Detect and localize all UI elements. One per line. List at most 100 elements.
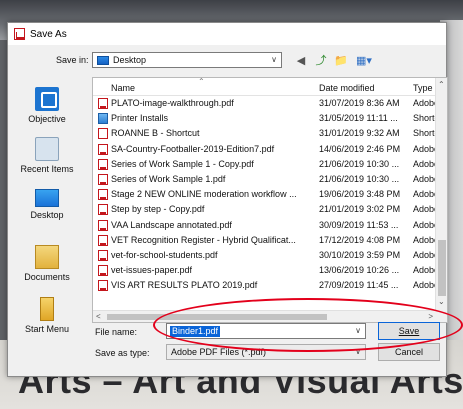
up-folder-icon[interactable]: ⤴ bbox=[314, 53, 328, 67]
shortcut-icon bbox=[98, 128, 108, 140]
file-date-modified: 13/06/2019 10:26 ... bbox=[319, 265, 400, 276]
file-name-value: Binder1.pdf bbox=[170, 326, 221, 337]
file-name: Stage 2 NEW ONLINE moderation workflow .… bbox=[111, 189, 297, 200]
vertical-scroll-thumb[interactable] bbox=[438, 240, 446, 296]
place-recent-items[interactable]: Recent Items bbox=[8, 137, 86, 174]
file-name: Series of Work Sample 1 - Copy.pdf bbox=[111, 158, 254, 169]
file-name: Printer Installs bbox=[111, 113, 169, 124]
file-row[interactable]: Printer Installs 31/05/2019 11:11 ... Shor… bbox=[93, 111, 447, 126]
pdf-file-icon bbox=[98, 280, 108, 292]
place-objective[interactable]: Objective bbox=[8, 87, 86, 124]
file-name: vet-issues-paper.pdf bbox=[111, 265, 193, 276]
file-row[interactable]: Series of Work Sample 1 - Copy.pdf 21/06/… bbox=[93, 157, 447, 172]
pdf-file-icon bbox=[98, 249, 108, 261]
file-name: vet-for-school-students.pdf bbox=[111, 249, 218, 260]
file-row[interactable]: VIS ART RESULTS PLATO 2019.pdf 27/09/2019… bbox=[93, 278, 447, 293]
file-name-label: File name: bbox=[95, 327, 138, 337]
pdf-file-icon bbox=[98, 189, 108, 201]
place-label: Recent Items bbox=[20, 164, 74, 174]
vertical-scrollbar[interactable]: ⌃ ⌄ bbox=[435, 78, 447, 322]
place-label: Desktop bbox=[30, 210, 64, 220]
desktop-icon bbox=[35, 189, 59, 207]
file-row[interactable]: VET Recognition Register - Hybrid Qualif… bbox=[93, 233, 447, 248]
save-as-dialog: Save As Save in: Desktop ∨ ◀ ⤴ 📁 ▦▾ Obje… bbox=[7, 22, 448, 377]
pdf-file-icon bbox=[98, 158, 108, 170]
scroll-down-icon[interactable]: ⌄ bbox=[438, 297, 445, 306]
file-row[interactable]: SA-Country-Footballer-2019-Edition7.pdf 1… bbox=[93, 142, 447, 157]
file-name: VIS ART RESULTS PLATO 2019.pdf bbox=[111, 280, 258, 291]
navigation-toolbar: ◀ ⤴ 📁 ▦▾ bbox=[294, 53, 374, 68]
file-rows: PLATO-image-walkthrough.pdf 31/07/2019 8:… bbox=[93, 96, 447, 293]
place-documents[interactable]: Documents bbox=[8, 245, 86, 282]
chevron-down-icon: ∨ bbox=[355, 347, 361, 356]
file-name: VAA Landscape annotated.pdf bbox=[111, 219, 232, 230]
place-desktop[interactable]: Desktop bbox=[8, 189, 86, 220]
pdf-file-icon bbox=[98, 234, 108, 246]
place-start-menu[interactable]: Start Menu bbox=[8, 297, 86, 334]
printer-icon bbox=[98, 113, 108, 125]
file-date-modified: 17/12/2019 4:08 PM bbox=[319, 234, 401, 245]
file-name: ROANNE B - Shortcut bbox=[111, 128, 200, 139]
file-date-modified: 31/07/2019 8:36 AM bbox=[319, 98, 400, 108]
save-button[interactable]: Save bbox=[378, 322, 440, 340]
save-in-value: Desktop bbox=[113, 55, 147, 65]
file-name: PLATO-image-walkthrough.pdf bbox=[111, 98, 234, 108]
file-date-modified: 19/06/2019 3:48 PM bbox=[319, 189, 401, 200]
pdf-file-icon bbox=[98, 98, 108, 109]
file-row[interactable]: ROANNE B - Shortcut 31/01/2019 9:32 AM Sho… bbox=[93, 126, 447, 141]
file-list-header: Name ⌃ Date modified Type bbox=[93, 78, 447, 96]
file-name: Series of Work Sample 1.pdf bbox=[111, 173, 226, 184]
title-bar: Save As bbox=[8, 23, 446, 45]
pdf-file-icon bbox=[98, 219, 108, 231]
dialog-title: Save As bbox=[30, 28, 67, 40]
scroll-right-icon[interactable]: > bbox=[428, 312, 433, 321]
new-folder-icon[interactable]: 📁 bbox=[334, 53, 348, 67]
horizontal-scroll-thumb[interactable] bbox=[107, 314, 327, 320]
chevron-down-icon: ∨ bbox=[271, 55, 277, 64]
file-date-modified: 21/06/2019 10:30 ... bbox=[319, 173, 400, 184]
save-as-type-label: Save as type: bbox=[95, 348, 150, 358]
column-type[interactable]: Type bbox=[413, 83, 433, 93]
views-menu-icon[interactable]: ▦▾ bbox=[354, 53, 374, 67]
pdf-file-icon bbox=[98, 204, 108, 216]
file-date-modified: 31/05/2019 11:11 ... bbox=[319, 113, 398, 124]
desktop-small-icon bbox=[97, 55, 109, 65]
file-row[interactable]: Stage 2 NEW ONLINE moderation workflow .… bbox=[93, 187, 447, 202]
file-name: VET Recognition Register - Hybrid Qualif… bbox=[111, 234, 296, 245]
file-list[interactable]: Name ⌃ Date modified Type PLATO-image-wa… bbox=[92, 77, 448, 323]
file-date-modified: 27/09/2019 11:45 ... bbox=[319, 280, 399, 291]
acrobat-icon bbox=[14, 28, 25, 40]
file-row[interactable]: Series of Work Sample 1.pdf 21/06/2019 10… bbox=[93, 172, 447, 187]
save-in-dropdown[interactable]: Desktop ∨ bbox=[92, 52, 282, 68]
column-date-modified[interactable]: Date modified bbox=[319, 83, 375, 93]
file-row[interactable]: VAA Landscape annotated.pdf 30/09/2019 11… bbox=[93, 218, 447, 233]
save-in-row: Save in: Desktop ∨ ◀ ⤴ 📁 ▦▾ bbox=[8, 51, 446, 71]
file-row[interactable]: Step by step - Copy.pdf 21/01/2019 3:02 P… bbox=[93, 202, 447, 217]
place-label: Start Menu bbox=[24, 324, 70, 334]
file-row[interactable]: vet-issues-paper.pdf 13/06/2019 10:26 ...… bbox=[93, 263, 447, 278]
cancel-button[interactable]: Cancel bbox=[378, 343, 440, 361]
file-date-modified: 21/01/2019 3:02 PM bbox=[319, 204, 401, 215]
places-bar: Objective Recent Items Desktop Documents… bbox=[8, 77, 86, 334]
file-name-field[interactable]: Binder1.pdf ∨ bbox=[166, 323, 366, 339]
start-menu-icon bbox=[40, 297, 54, 321]
save-as-type-dropdown[interactable]: Adobe PDF Files (*.pdf) ∨ bbox=[166, 344, 366, 360]
file-name: Step by step - Copy.pdf bbox=[111, 204, 205, 215]
file-date-modified: 30/09/2019 11:53 ... bbox=[319, 219, 399, 230]
column-name[interactable]: Name bbox=[111, 83, 135, 93]
chevron-down-icon[interactable]: ∨ bbox=[355, 326, 361, 335]
file-row[interactable]: PLATO-image-walkthrough.pdf 31/07/2019 8:… bbox=[93, 96, 447, 111]
save-as-type-value: Adobe PDF Files (*.pdf) bbox=[171, 347, 267, 357]
file-date-modified: 21/06/2019 10:30 ... bbox=[319, 158, 400, 169]
file-row[interactable]: vet-for-school-students.pdf 30/10/2019 3:… bbox=[93, 248, 447, 263]
scroll-left-icon[interactable]: < bbox=[96, 312, 101, 321]
scroll-up-icon[interactable]: ⌃ bbox=[438, 80, 445, 89]
horizontal-scrollbar[interactable]: < > bbox=[93, 310, 437, 322]
quick-access-icon bbox=[35, 87, 59, 111]
file-name: SA-Country-Footballer-2019-Edition7.pdf bbox=[111, 143, 275, 154]
documents-icon bbox=[35, 245, 59, 269]
place-label: Documents bbox=[24, 272, 70, 282]
file-date-modified: 30/10/2019 3:59 PM bbox=[319, 249, 401, 260]
file-date-modified: 14/06/2019 2:46 PM bbox=[319, 143, 401, 154]
back-icon[interactable]: ◀ bbox=[294, 53, 308, 67]
